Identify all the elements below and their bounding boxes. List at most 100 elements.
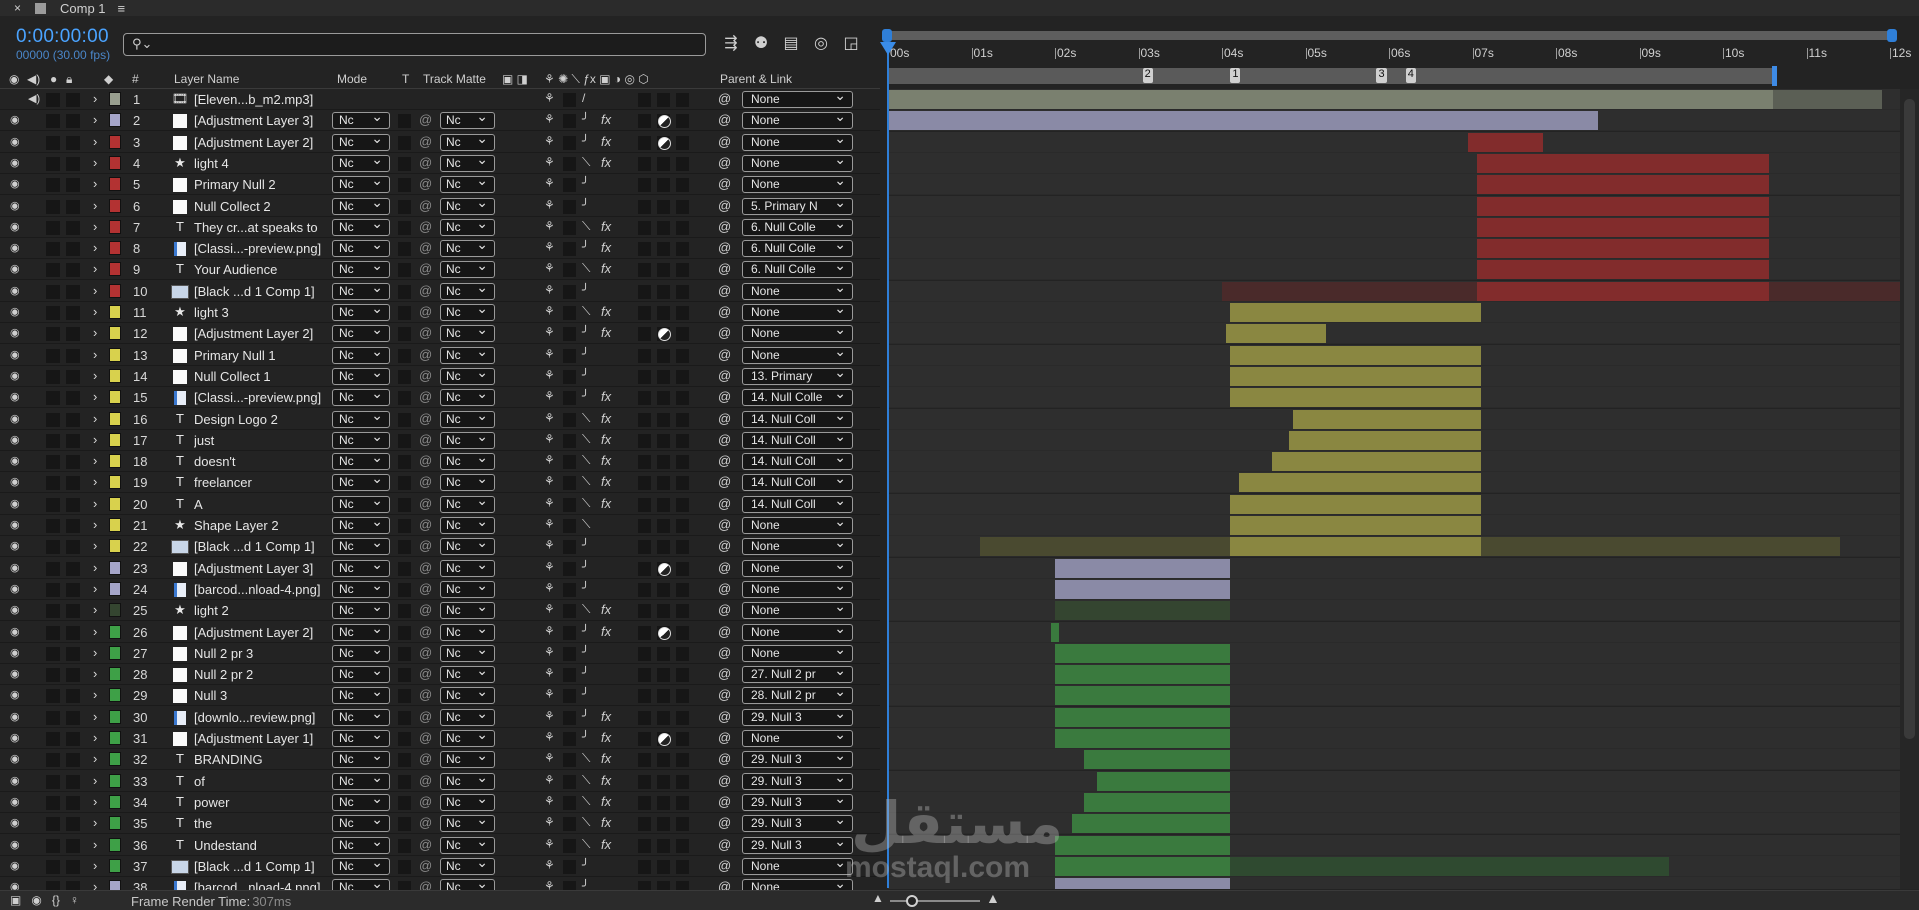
- track-matte-pickwhip-icon[interactable]: @: [419, 283, 432, 298]
- layer-row[interactable]: ◉ › 32 T BRANDING Nc @ Nc ⚘ ⟍ fx @29. Null 3: [0, 748, 880, 770]
- parent-link-dropdown[interactable]: None: [742, 602, 853, 619]
- blend-mode-dropdown[interactable]: Nc: [332, 514, 390, 534]
- layer-name[interactable]: [Adjustment Layer 1]: [194, 731, 324, 746]
- collapse-switch[interactable]: [563, 285, 576, 299]
- layer-search-input[interactable]: ⚲⌄: [123, 33, 706, 56]
- shy-switch-icon[interactable]: ⚘: [544, 837, 555, 851]
- parent-pickwhip-icon[interactable]: @: [718, 155, 731, 170]
- label-color-swatch[interactable]: [109, 774, 121, 788]
- expand-chevron-icon[interactable]: ›: [93, 389, 97, 404]
- preserve-transparency-switch[interactable]: [398, 114, 411, 128]
- solo-switch[interactable]: [46, 157, 60, 171]
- track-matte-pickwhip-icon[interactable]: @: [419, 240, 432, 255]
- parent-pickwhip-icon[interactable]: @: [718, 581, 731, 596]
- quality-switch-icon[interactable]: ⟍: [582, 837, 590, 852]
- label-color-swatch[interactable]: [109, 326, 121, 340]
- parent-pickwhip-icon[interactable]: @: [718, 91, 731, 106]
- effects-switch-icon[interactable]: fx: [601, 411, 611, 426]
- track-matte-dropdown[interactable]: Nc: [440, 621, 495, 641]
- parent-pickwhip-icon[interactable]: @: [718, 751, 731, 766]
- layer-name[interactable]: Null Collect 1: [194, 369, 324, 384]
- expand-chevron-icon[interactable]: ›: [93, 794, 97, 809]
- visibility-eye-icon[interactable]: ◉: [10, 326, 20, 339]
- layer-name[interactable]: [Eleven...b_m2.mp3]: [194, 92, 324, 107]
- layer-duration-bar[interactable]: [1476, 197, 1769, 216]
- shy-switch-icon[interactable]: ⚘: [544, 176, 555, 190]
- collapse-switch[interactable]: [563, 839, 576, 853]
- shy-switch-icon[interactable]: ⚘: [544, 198, 555, 212]
- solo-switch[interactable]: [46, 583, 60, 597]
- motion-blur-switch[interactable]: [638, 817, 651, 831]
- layer-name[interactable]: light 4: [194, 156, 324, 171]
- collapse-switch[interactable]: [563, 178, 576, 192]
- shy-switch-icon[interactable]: ⚘: [544, 815, 555, 829]
- shy-switch-icon[interactable]: ⚘: [544, 240, 555, 254]
- expand-chevron-icon[interactable]: ›: [93, 283, 97, 298]
- shy-switch-icon[interactable]: ⚘: [544, 219, 555, 233]
- 3d-layer-switch[interactable]: [676, 732, 689, 746]
- shy-switch-icon[interactable]: ⚘: [544, 261, 555, 275]
- effects-switch-icon[interactable]: fx: [601, 709, 611, 724]
- label-header-icon[interactable]: ◆: [104, 72, 113, 86]
- blend-mode-dropdown[interactable]: Nc: [332, 280, 390, 300]
- layer-duration-bar[interactable]: [1055, 708, 1231, 727]
- solo-switch[interactable]: [46, 860, 60, 874]
- layer-row[interactable]: ◉ › 18 Tdoesn't Nc @ Nc ⚘ ⟍ fx @14. Null Coll: [0, 450, 880, 472]
- lock-switch[interactable]: [66, 732, 80, 746]
- label-color-swatch[interactable]: [109, 667, 121, 681]
- expand-chevron-icon[interactable]: ›: [93, 474, 97, 489]
- expand-chevron-icon[interactable]: ›: [93, 325, 97, 340]
- solo-switch[interactable]: [46, 498, 60, 512]
- layer-name[interactable]: [Adjustment Layer 2]: [194, 326, 324, 341]
- collapse-switch[interactable]: [563, 200, 576, 214]
- track-matte-pickwhip-icon[interactable]: @: [419, 432, 432, 447]
- track-matte-dropdown[interactable]: Nc: [440, 493, 495, 513]
- quality-switch-icon[interactable]: ╯: [582, 112, 589, 126]
- comp-flowchart-icon[interactable]: ⇶: [720, 33, 742, 55]
- shy-switch-icon[interactable]: ⚘: [544, 730, 555, 744]
- visibility-eye-icon[interactable]: ◉: [10, 646, 20, 659]
- track-matte-pickwhip-icon[interactable]: @: [419, 411, 432, 426]
- preserve-transparency-switch[interactable]: [398, 178, 411, 192]
- label-color-swatch[interactable]: [109, 731, 121, 745]
- quality-switch-icon[interactable]: ⟍: [582, 602, 590, 617]
- layer-duration-bar[interactable]: [1055, 857, 1231, 876]
- parent-link-dropdown[interactable]: None: [742, 325, 853, 342]
- parent-link-dropdown[interactable]: None: [742, 176, 853, 193]
- lock-switch[interactable]: [66, 157, 80, 171]
- solo-switch[interactable]: [46, 242, 60, 256]
- parent-link-dropdown[interactable]: None: [742, 347, 853, 364]
- parent-link-dropdown[interactable]: None: [742, 730, 853, 747]
- shy-switch-icon[interactable]: ⚘: [544, 283, 555, 297]
- composition-tab-name[interactable]: Comp 1: [60, 1, 106, 16]
- shy-switch-icon[interactable]: ⚘: [544, 453, 555, 467]
- blend-mode-dropdown[interactable]: Nc: [332, 855, 390, 875]
- expand-chevron-icon[interactable]: ›: [93, 773, 97, 788]
- blend-mode-dropdown[interactable]: Nc: [332, 557, 390, 577]
- layer-name[interactable]: Primary Null 1: [194, 348, 324, 363]
- layer-duration-bar[interactable]: [1071, 814, 1231, 833]
- effects-switch-icon[interactable]: fx: [601, 837, 611, 852]
- motion-blur-switch[interactable]: [638, 434, 651, 448]
- preserve-transparency-switch[interactable]: [398, 349, 411, 363]
- shy-switch-icon[interactable]: ⚘: [544, 134, 555, 148]
- visibility-eye-icon[interactable]: ◉: [10, 156, 20, 169]
- lock-switch[interactable]: [66, 136, 80, 150]
- layer-duration-bar[interactable]: [1230, 537, 1481, 556]
- parent-link-dropdown[interactable]: 14. Null Colle: [742, 389, 853, 406]
- quality-switch-icon[interactable]: ╯: [582, 325, 589, 339]
- 3d-layer-switch[interactable]: [676, 306, 689, 320]
- parent-link-dropdown[interactable]: None: [742, 645, 853, 662]
- quality-switch-icon[interactable]: ⟍: [582, 432, 590, 447]
- label-color-swatch[interactable]: [109, 454, 121, 468]
- quality-switch-icon[interactable]: ⟍: [582, 155, 590, 170]
- parent-link-dropdown[interactable]: None: [742, 517, 853, 534]
- 3d-layer-switch[interactable]: [676, 711, 689, 725]
- shy-switch-icon[interactable]: ⚘: [544, 91, 555, 105]
- solo-switch[interactable]: [46, 562, 60, 576]
- visibility-eye-icon[interactable]: ◉: [10, 561, 20, 574]
- 3d-layer-switch[interactable]: [676, 263, 689, 277]
- preserve-transparency-switch[interactable]: [398, 711, 411, 725]
- parent-pickwhip-icon[interactable]: @: [718, 815, 731, 830]
- track-matte-dropdown[interactable]: Nc: [440, 109, 495, 129]
